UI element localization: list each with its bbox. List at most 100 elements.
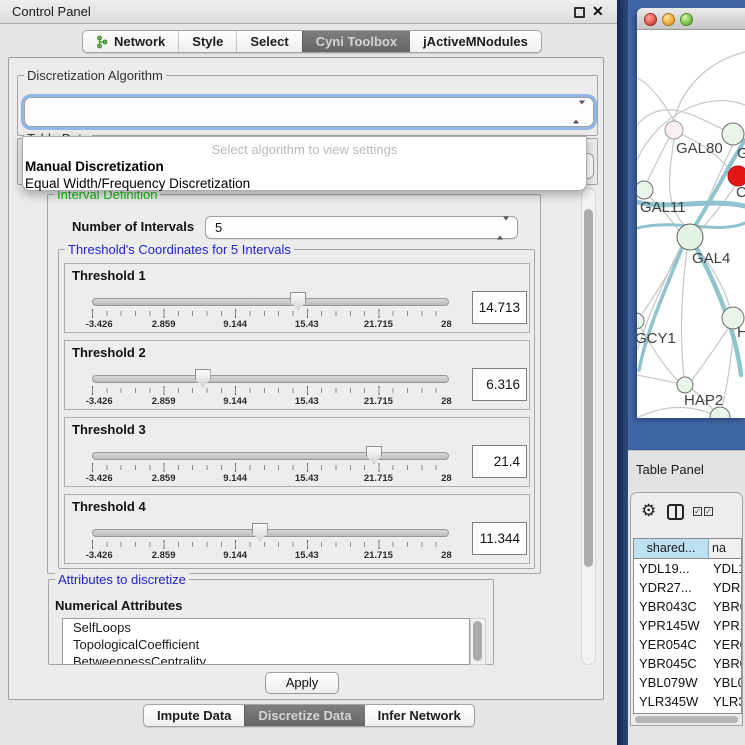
node-gal80[interactable] — [665, 121, 683, 139]
num-intervals-label: Number of Intervals — [72, 219, 194, 234]
algorithm-combo[interactable] — [24, 97, 594, 127]
scrollbar-thumb[interactable] — [635, 716, 738, 723]
tab-jactivemnodules[interactable]: jActiveMNodules — [410, 31, 541, 52]
table-row[interactable]: YBL079WYBL0 — [634, 673, 741, 692]
tick-label: 28 — [441, 396, 452, 407]
cell[interactable]: YLR345W — [634, 692, 709, 711]
checkbox-icon[interactable]: ✓ — [704, 507, 713, 516]
cell[interactable]: YBR043C — [634, 597, 709, 616]
node-top-right[interactable] — [722, 123, 744, 145]
float-window-icon[interactable] — [574, 7, 585, 18]
table-row[interactable]: YIL052CYIL0 — [634, 711, 741, 714]
tick-label: 2.859 — [152, 319, 176, 330]
table-horizontal-scrollbar[interactable] — [633, 715, 742, 724]
cell[interactable]: YDR2 — [709, 578, 741, 597]
scrollbar-thumb[interactable] — [473, 621, 482, 661]
list-item[interactable]: TopologicalCoefficient — [63, 636, 469, 653]
cell[interactable]: YBR0 — [709, 654, 741, 673]
cyni-toolbox-panel: Discretization Algorithm Table Data galF… — [8, 57, 604, 700]
cell[interactable]: YPR1 — [709, 616, 741, 635]
tab-select[interactable]: Select — [236, 31, 301, 52]
select-columns-icon[interactable] — [667, 504, 684, 520]
node-gal11[interactable] — [637, 181, 653, 199]
zoom-traffic-light-icon[interactable] — [680, 13, 693, 26]
threshold-label: Threshold 4 — [72, 499, 146, 514]
cell[interactable]: YDL19... — [634, 559, 709, 578]
tick-label: 21.715 — [364, 396, 393, 407]
node-red-selected[interactable] — [728, 166, 745, 186]
column-header-name[interactable]: na — [709, 539, 741, 558]
tick-label: 2.859 — [152, 473, 176, 484]
tick-label: 15.43 — [295, 473, 319, 484]
panel-title: Control Panel — [12, 4, 91, 19]
list-item[interactable]: BetweennessCentrality — [63, 653, 469, 665]
scrollbar-thumb[interactable] — [584, 209, 593, 567]
tab-impute-data[interactable]: Impute Data — [144, 705, 244, 726]
table-row[interactable]: YLR345WYLR3 — [634, 692, 741, 711]
cell[interactable]: YIL0 — [709, 711, 741, 714]
threshold-4-value[interactable]: 11.344 — [472, 522, 527, 555]
tab-network[interactable]: Network — [83, 31, 178, 52]
network-window-titlebar[interactable] — [637, 8, 745, 30]
threshold-3-slider-thumb[interactable] — [366, 446, 382, 464]
attribute-list[interactable]: SelfLoops TopologicalCoefficient Between… — [62, 618, 470, 665]
cell[interactable]: YBL0 — [709, 673, 741, 692]
checkbox-icon[interactable]: ✓ — [693, 507, 702, 516]
cell[interactable]: YDR27... — [634, 578, 709, 597]
threshold-2-value[interactable]: 6.316 — [472, 368, 527, 401]
tab-discretize-data[interactable]: Discretize Data — [244, 705, 364, 726]
cell[interactable]: YBR045C — [634, 654, 709, 673]
list-item[interactable]: SelfLoops — [63, 619, 469, 636]
cell[interactable]: YDL1 — [709, 559, 741, 578]
tab-cyni-toolbox[interactable]: Cyni Toolbox — [302, 31, 410, 52]
attribute-list-scrollbar[interactable] — [470, 618, 486, 665]
tab-label: Select — [250, 34, 288, 49]
node-gcy1[interactable] — [637, 313, 644, 329]
table-row[interactable]: YDL19...YDL1 — [634, 559, 741, 578]
threshold-1-slider-thumb[interactable] — [290, 292, 306, 310]
table-row[interactable]: YPR145WYPR1 — [634, 616, 741, 635]
cell[interactable]: YIL052C — [634, 711, 709, 714]
num-intervals-combo[interactable]: 5 — [205, 216, 518, 239]
panel-divider[interactable] — [617, 0, 628, 745]
node-gal4[interactable] — [677, 224, 703, 250]
column-header-shared-name[interactable]: shared... — [634, 539, 709, 558]
minimize-traffic-light-icon[interactable] — [662, 13, 675, 26]
tab-infer-network[interactable]: Infer Network — [365, 705, 474, 726]
threshold-label: Threshold 3 — [72, 422, 146, 437]
threshold-2-slider-thumb[interactable] — [195, 369, 211, 387]
close-traffic-light-icon[interactable] — [644, 13, 657, 26]
cell[interactable]: YBL079W — [634, 673, 709, 692]
thresholds-group: Threshold's Coordinates for 5 Intervals … — [58, 249, 535, 569]
popup-option-equal-width[interactable]: Equal Width/Frequency Discretization — [25, 176, 250, 191]
node-hap2[interactable] — [677, 377, 693, 393]
threshold-row-2: Threshold 2 -3.426 2.859 9.144 15.43 21.… — [64, 340, 530, 410]
tab-label: jActiveMNodules — [423, 34, 528, 49]
gear-icon[interactable]: ⚙ — [641, 501, 656, 521]
popup-hint: Select algorithm to view settings — [23, 142, 586, 157]
cell[interactable]: YPR145W — [634, 616, 709, 635]
cell[interactable]: YER0 — [709, 635, 741, 654]
tick-label: 28 — [441, 319, 452, 330]
table-row[interactable]: YDR27...YDR2 — [634, 578, 741, 597]
threshold-label: Threshold 1 — [72, 268, 146, 283]
tab-label: Impute Data — [157, 708, 231, 723]
tick-label: 9.144 — [223, 319, 247, 330]
network-canvas[interactable]: GAL80 GA C GAL11 GAL4 GCY1 H HAP2 — [637, 30, 745, 418]
table-row[interactable]: YBR045CYBR0 — [634, 654, 741, 673]
table-row[interactable]: YBR043CYBR0 — [634, 597, 741, 616]
tab-label: Style — [192, 34, 223, 49]
threshold-3-value[interactable]: 21.4 — [472, 445, 527, 478]
node-label-partial-ga: GA — [737, 145, 745, 162]
cell[interactable]: YBR0 — [709, 597, 741, 616]
settings-vertical-scrollbar[interactable] — [581, 188, 596, 665]
cell[interactable]: YLR3 — [709, 692, 741, 711]
threshold-4-slider-thumb[interactable] — [252, 523, 268, 541]
threshold-1-value[interactable]: 14.713 — [472, 291, 527, 324]
table-row[interactable]: YER054CYER0 — [634, 635, 741, 654]
close-icon[interactable]: ✕ — [592, 3, 604, 20]
popup-option-manual[interactable]: Manual Discretization — [25, 159, 164, 174]
apply-button[interactable]: Apply — [265, 672, 339, 694]
cell[interactable]: YER054C — [634, 635, 709, 654]
tab-style[interactable]: Style — [178, 31, 236, 52]
